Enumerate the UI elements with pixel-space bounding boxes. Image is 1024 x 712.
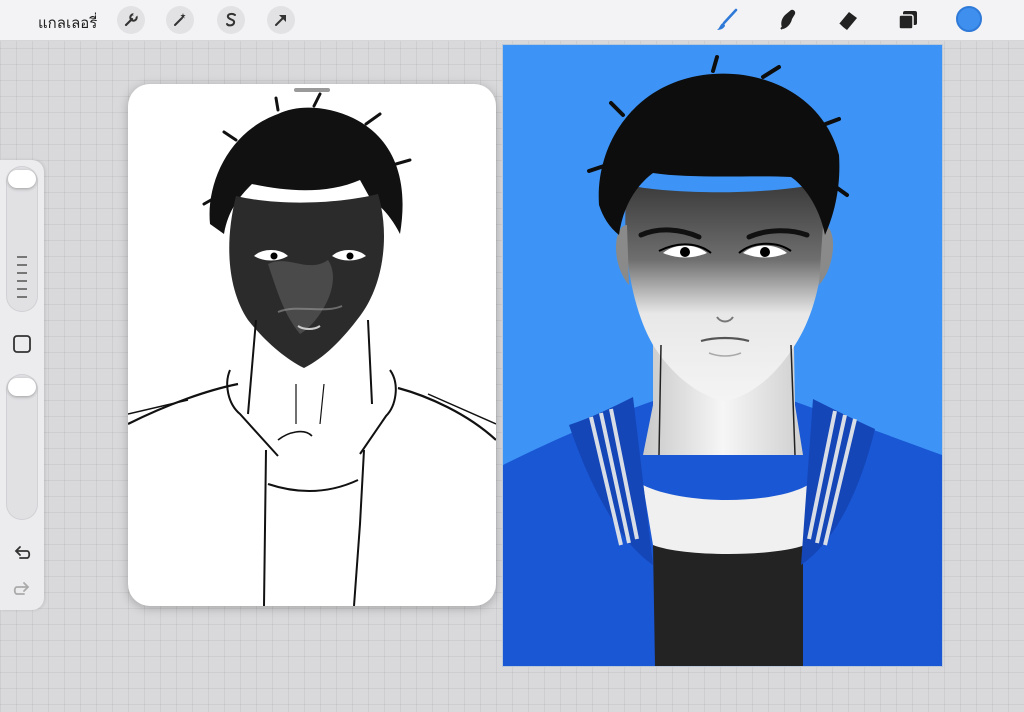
top-toolbar: แกลเลอรี่: [0, 0, 1024, 41]
selection-button[interactable]: [217, 6, 245, 34]
smudge-icon: [775, 7, 801, 33]
selection-s-icon: [223, 12, 239, 28]
brush-size-slider[interactable]: [6, 166, 38, 312]
layers-icon: [895, 7, 921, 33]
color-picker-swatch[interactable]: [956, 6, 982, 32]
opacity-thumb[interactable]: [8, 378, 36, 396]
reference-drag-handle[interactable]: [294, 88, 330, 92]
reference-window[interactable]: [128, 84, 496, 606]
brush-icon: [714, 7, 740, 33]
reference-sketch-image: [128, 92, 496, 606]
gallery-button[interactable]: แกลเลอรี่: [38, 11, 97, 35]
magic-wand-icon: [172, 12, 188, 28]
slider-grip-icon: [17, 256, 27, 258]
redo-icon: [12, 578, 32, 598]
undo-icon: [12, 542, 32, 562]
transform-button[interactable]: [267, 6, 295, 34]
eraser-icon: [835, 7, 861, 33]
eraser-tool[interactable]: [833, 5, 863, 35]
arrow-cursor-icon: [273, 12, 289, 28]
canvas-artwork: [503, 55, 942, 666]
redo-button[interactable]: [10, 576, 34, 600]
left-sidebar: [0, 160, 44, 610]
drawing-canvas[interactable]: [503, 45, 942, 666]
wrench-icon: [123, 12, 139, 28]
adjustments-button[interactable]: [166, 6, 194, 34]
undo-button[interactable]: [10, 540, 34, 564]
square-icon: [12, 334, 32, 354]
smudge-tool[interactable]: [773, 5, 803, 35]
layers-tool[interactable]: [893, 5, 923, 35]
opacity-slider[interactable]: [6, 374, 38, 520]
actions-button[interactable]: [117, 6, 145, 34]
brush-tool[interactable]: [712, 5, 742, 35]
modify-button[interactable]: [10, 332, 34, 356]
brush-size-thumb[interactable]: [8, 170, 36, 188]
